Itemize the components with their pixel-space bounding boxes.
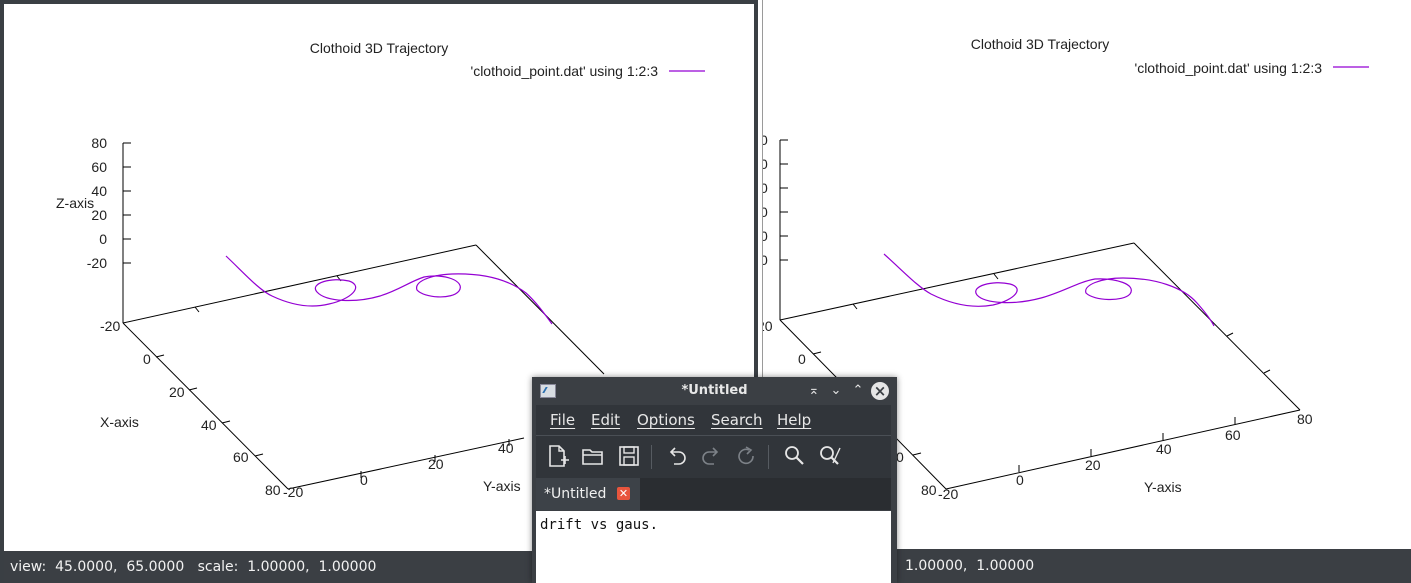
toolbar (536, 435, 891, 478)
open-folder-icon[interactable] (580, 443, 606, 469)
x-tick-label: 0 (896, 449, 904, 465)
redo-icon[interactable] (699, 443, 725, 469)
close-icon[interactable]: × (871, 382, 889, 400)
x-tick-label: -20 (100, 318, 120, 334)
menu-search[interactable]: Search (711, 405, 763, 435)
menu-bar: File Edit Options Search Help (536, 405, 891, 435)
save-icon[interactable] (616, 443, 642, 469)
undo-icon[interactable] (663, 443, 689, 469)
x-tick-label: 0 (798, 351, 806, 367)
y-tick-label: 80 (1297, 411, 1313, 427)
svg-text:0: 0 (763, 228, 768, 244)
document-text: drift vs gaus. (540, 517, 659, 533)
x-axis-ticks (155, 275, 510, 478)
plot-title: Clothoid 3D Trajectory (310, 40, 449, 56)
svg-text:0: 0 (763, 252, 768, 268)
x-axis-label: X-axis (100, 414, 139, 430)
y-tick-label: 20 (428, 456, 444, 472)
toolbar-separator (768, 445, 769, 469)
keep-above-icon[interactable]: ⌅ (805, 382, 823, 400)
y-tick-label: 40 (1156, 441, 1172, 457)
new-file-icon[interactable] (544, 443, 570, 469)
menu-options[interactable]: Options (637, 405, 695, 435)
plot-title: Clothoid 3D Trajectory (971, 36, 1110, 52)
x-tick-label: 20 (763, 318, 773, 334)
z-axis-label: Z-axis (56, 195, 94, 211)
z-tick-label: 80 (91, 135, 107, 151)
z-tick-fragments: 0 0 0 0 0 0 (763, 132, 768, 268)
x-tick-label: 60 (233, 449, 249, 465)
menu-help[interactable]: Help (777, 405, 811, 435)
svg-text:0: 0 (763, 180, 768, 196)
tab-untitled[interactable]: *Untitled ✕ (536, 478, 641, 510)
y-tick-label: 20 (1085, 457, 1101, 473)
y-tick-label: -20 (283, 484, 303, 500)
editor-titlebar[interactable]: *Untitled ⌅ ⌄ ⌃ × (532, 377, 897, 405)
z-tick-label: 0 (99, 231, 107, 247)
x-tick-label: 20 (169, 384, 185, 400)
tab-strip: *Untitled ✕ (536, 478, 891, 510)
text-editor-window[interactable]: *Untitled ⌅ ⌄ ⌃ × File Edit Options Sear… (532, 377, 897, 583)
x-tick-label: 40 (201, 417, 217, 433)
text-area[interactable]: drift vs gaus. (536, 511, 891, 583)
x-tick-label: 80 (921, 482, 937, 498)
toolbar-separator (651, 445, 652, 469)
legend-label: 'clothoid_point.dat' using 1:2:3 (471, 63, 659, 79)
clothoid-curve (225, 255, 553, 325)
y-tick-label: -20 (938, 486, 958, 502)
y-tick-label: 0 (1016, 472, 1024, 488)
find-replace-icon[interactable] (817, 443, 843, 469)
minimize-icon[interactable]: ⌄ (827, 382, 845, 400)
y-axis-label: Y-axis (483, 478, 521, 494)
clothoid-curve (883, 253, 1215, 327)
y-axis-label: Y-axis (1144, 479, 1182, 495)
tab-label: *Untitled (544, 486, 607, 502)
x-tick-label: 0 (143, 351, 151, 367)
svg-text:0: 0 (763, 156, 768, 172)
z-tick-label: 60 (91, 159, 107, 175)
z-tick-label: -20 (87, 255, 107, 271)
reload-icon[interactable] (733, 443, 759, 469)
svg-text:0: 0 (763, 132, 768, 148)
search-icon[interactable] (781, 443, 807, 469)
z-axis (779, 139, 788, 320)
maximize-icon[interactable]: ⌃ (849, 382, 867, 400)
z-axis (122, 142, 131, 323)
x-tick-label: 80 (265, 482, 281, 498)
tab-close-icon[interactable]: ✕ (617, 487, 630, 500)
y-tick-label: 40 (498, 440, 514, 456)
svg-text:0: 0 (763, 204, 768, 220)
menu-file[interactable]: File (550, 405, 575, 435)
y-tick-label: 0 (360, 472, 368, 488)
y-tick-label: 60 (1225, 427, 1241, 443)
menu-edit[interactable]: Edit (591, 405, 620, 435)
legend-label: 'clothoid_point.dat' using 1:2:3 (1135, 60, 1323, 76)
